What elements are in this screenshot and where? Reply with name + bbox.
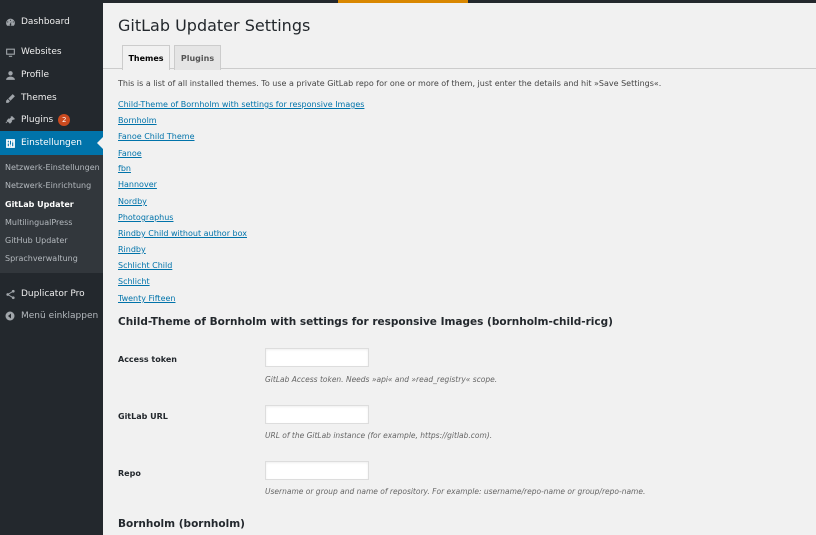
plugins-icon bbox=[0, 115, 20, 126]
menu-item-websites[interactable]: Websites bbox=[0, 41, 103, 63]
theme-link[interactable]: Hannover bbox=[118, 180, 157, 189]
intro-text: This is a list of all installed themes. … bbox=[118, 79, 662, 88]
page-title: GitLab Updater Settings bbox=[118, 16, 311, 35]
menu-label-plugins: Plugins bbox=[21, 115, 54, 125]
duplicator-icon bbox=[0, 289, 20, 300]
profile-icon bbox=[0, 70, 20, 81]
access-token-label: Access token bbox=[118, 355, 177, 364]
theme-link[interactable]: Schlicht bbox=[118, 277, 150, 286]
theme-link[interactable]: Child-Theme of Bornholm with settings fo… bbox=[118, 100, 364, 109]
gitlab-url-description: URL of the GitLab instance (for example,… bbox=[265, 431, 493, 440]
theme-link[interactable]: Rindby Child without author box bbox=[118, 229, 247, 238]
access-token-input[interactable] bbox=[265, 348, 369, 367]
main-content: GitLab Updater Settings Themes Plugins T… bbox=[103, 3, 816, 535]
submenu-item-netzwerk-einstellungen[interactable]: Netzwerk-Einstellungen bbox=[5, 163, 100, 172]
menu-label-collapse: Menü einklappen bbox=[21, 311, 99, 321]
theme-link[interactable]: Schlicht Child bbox=[118, 261, 172, 270]
gitlab-url-label: GitLab URL bbox=[118, 412, 168, 421]
collapse-icon bbox=[0, 311, 20, 321]
repo-input[interactable] bbox=[265, 461, 369, 480]
submenu-item-multilingualpress[interactable]: MultilingualPress bbox=[5, 218, 72, 227]
menu-label-themes: Themes bbox=[21, 93, 57, 103]
websites-icon bbox=[0, 47, 20, 58]
theme-link[interactable]: Rindby bbox=[118, 245, 146, 254]
theme-link[interactable]: fbn bbox=[118, 164, 131, 173]
submenu-item-github-updater[interactable]: GitHub Updater bbox=[5, 236, 68, 245]
menu-item-collapse[interactable]: Menü einklappen bbox=[0, 305, 103, 327]
theme-link[interactable]: Photographus bbox=[118, 213, 173, 222]
menu-item-plugins[interactable]: Plugins 2 bbox=[0, 109, 103, 131]
settings-tabs: Themes Plugins bbox=[103, 42, 816, 70]
menu-label-websites: Websites bbox=[21, 47, 62, 57]
menu-label-einstellungen: Einstellungen bbox=[21, 138, 83, 148]
menu-label-duplicator-pro: Duplicator Pro bbox=[21, 289, 85, 299]
theme-link[interactable]: Nordby bbox=[118, 197, 147, 206]
theme-link[interactable]: Bornholm bbox=[118, 116, 157, 125]
menu-item-themes[interactable]: Themes bbox=[0, 87, 103, 109]
tab-plugins[interactable]: Plugins bbox=[174, 45, 221, 70]
submenu-item-sprachverwaltung[interactable]: Sprachverwaltung bbox=[5, 254, 78, 263]
gitlab-url-input[interactable] bbox=[265, 405, 369, 424]
menu-item-dashboard[interactable]: Dashboard bbox=[0, 11, 103, 33]
section-title-bornholm: Bornholm (bornholm) bbox=[118, 518, 245, 530]
repo-description: Username or group and name of repository… bbox=[265, 487, 646, 496]
theme-link[interactable]: Twenty Fifteen bbox=[118, 294, 175, 303]
submenu-item-gitlab-updater[interactable]: GitLab Updater bbox=[5, 200, 74, 209]
menu-item-profile[interactable]: Profile bbox=[0, 64, 103, 86]
section-title: Child-Theme of Bornholm with settings fo… bbox=[118, 316, 613, 328]
theme-link[interactable]: Fanoe bbox=[118, 149, 142, 158]
themes-icon bbox=[0, 93, 20, 104]
menu-label-profile: Profile bbox=[21, 70, 49, 80]
tab-themes[interactable]: Themes bbox=[122, 45, 170, 70]
menu-label-dashboard: Dashboard bbox=[21, 17, 70, 27]
dashboard-icon bbox=[0, 17, 20, 28]
settings-submenu: Netzwerk-Einstellungen Netzwerk-Einricht… bbox=[0, 155, 103, 273]
menu-item-duplicator-pro[interactable]: Duplicator Pro bbox=[0, 283, 103, 305]
repo-label: Repo bbox=[118, 469, 141, 478]
submenu-item-netzwerk-einrichtung[interactable]: Netzwerk-Einrichtung bbox=[5, 181, 91, 190]
menu-item-einstellungen[interactable]: Einstellungen bbox=[0, 131, 103, 155]
admin-sidebar: Dashboard Websites Profile Themes Plugin… bbox=[0, 0, 103, 535]
access-token-description: GitLab Access token. Needs »api« and »re… bbox=[265, 375, 498, 384]
plugins-update-badge: 2 bbox=[58, 114, 71, 126]
theme-link[interactable]: Fanoe Child Theme bbox=[118, 132, 195, 141]
settings-icon bbox=[0, 138, 20, 149]
